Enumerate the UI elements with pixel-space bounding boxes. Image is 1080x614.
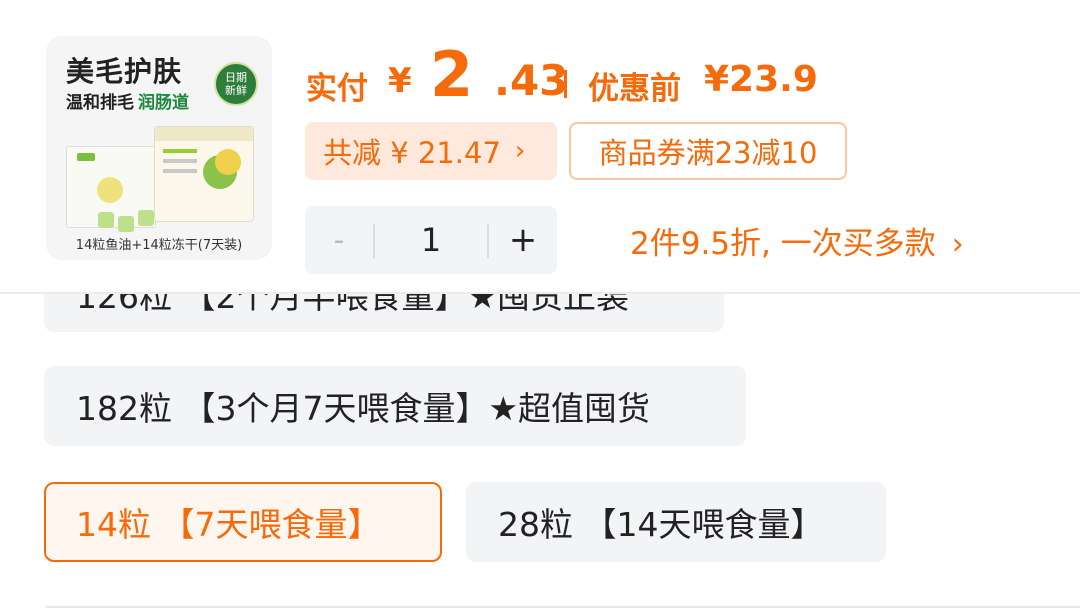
fresh-date-badge: 日期 新鲜 <box>214 62 258 106</box>
badge-line-1: 日期 <box>225 71 247 84</box>
multi-buy-promo-link[interactable]: 2件9.5折, 一次买多款 › <box>630 218 964 263</box>
option-label: 182粒 【3个月7天喂食量】★超值囤货 <box>76 389 651 428</box>
product-image-title: 美毛护肤 <box>66 55 183 88</box>
coupon-tag[interactable]: 商品券满23减10 <box>569 122 847 180</box>
final-price-label: 实付 <box>306 71 368 107</box>
original-price-label: 优惠前 <box>588 71 681 107</box>
option-label: 14粒 【7天喂食量】 <box>76 505 381 544</box>
final-price-integer: 2 <box>430 38 474 111</box>
promo-text: 2件9.5折, 一次买多款 <box>630 226 936 262</box>
subtitle-text: 温和排毛 <box>66 93 134 113</box>
final-price-decimal: .43 <box>494 56 569 105</box>
product-image-subtitle: 温和排毛 润肠道 <box>66 88 189 113</box>
section-divider <box>46 606 1080 608</box>
total-discount-text: 共减 ¥ 21.47 <box>323 136 501 170</box>
chevron-right-icon: › <box>514 136 526 166</box>
option-28-capsules[interactable]: 28粒 【14天喂食量】 <box>466 482 886 562</box>
original-price: ¥23.9 <box>704 59 818 100</box>
currency-symbol: ¥ <box>388 61 412 101</box>
chevron-right-icon: › <box>951 227 964 262</box>
header-divider <box>0 292 1080 294</box>
freeze-dried-cube-image <box>118 216 134 232</box>
quantity-stepper: - 1 + <box>305 206 557 274</box>
product-image-caption: 14粒鱼油+14粒冻干(7天装) <box>75 238 243 253</box>
product-header: 美毛护肤 温和排毛 润肠道 日期 新鲜 14粒鱼油+14粒冻干(7天装) 实付 ¥… <box>0 0 1080 292</box>
product-thumbnail[interactable]: 美毛护肤 温和排毛 润肠道 日期 新鲜 14粒鱼油+14粒冻干(7天装) <box>46 36 272 260</box>
increase-quantity-button[interactable]: + <box>489 206 557 274</box>
freeze-dried-cube-image <box>138 210 154 226</box>
option-label: 28粒 【14天喂食量】 <box>498 505 824 544</box>
product-box-image <box>154 126 254 222</box>
option-14-capsules[interactable]: 14粒 【7天喂食量】 <box>44 482 442 562</box>
option-182-capsules[interactable]: 182粒 【3个月7天喂食量】★超值囤货 <box>44 366 746 446</box>
total-discount-button[interactable]: 共减 ¥ 21.47 › <box>305 122 557 180</box>
subtitle-highlight: 润肠道 <box>138 93 189 113</box>
price-separator <box>564 70 567 98</box>
coupon-text: 商品券满23减10 <box>598 136 818 170</box>
quantity-value[interactable]: 1 <box>375 206 487 274</box>
freeze-dried-cube-image <box>98 212 114 228</box>
decrease-quantity-button[interactable]: - <box>305 206 373 274</box>
badge-line-2: 新鲜 <box>225 84 247 97</box>
